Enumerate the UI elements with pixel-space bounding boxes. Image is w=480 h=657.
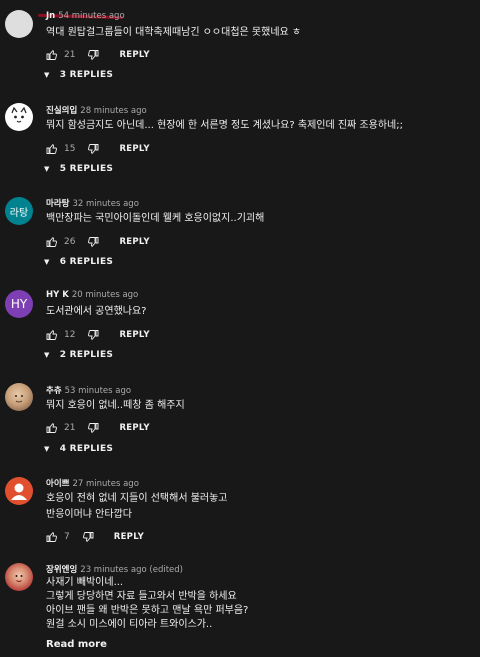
comment-header: HY K 20 minutes ago [46,290,138,300]
replies-count: 4 REPLIES [59,444,114,454]
thumbs-up-icon[interactable] [46,531,58,543]
reply-button[interactable]: REPLY [114,532,144,542]
comment-text: 백만장파는 국민아이돌인데 웰케 호응이없지..기괴해 [46,211,264,226]
caret-down-icon: ▼ [44,71,50,79]
comment-line: 뭐지 호응이 없네..떼창 좀 해주지 [46,400,185,411]
view-replies-button[interactable]: ▼ 5 REPLIES [44,164,113,174]
comment-header: 마라탕 32 minutes ago [46,197,139,209]
profile-photo-icon [15,575,23,582]
avatar[interactable]: HY [5,290,33,318]
thumbs-up-icon[interactable] [46,236,58,248]
thumbs-up-icon[interactable] [46,49,58,61]
comment-header: Jn 54 minutes ago [46,11,125,21]
avatar-initials: HY [10,297,28,311]
avatar[interactable]: 라탕 [5,197,33,225]
timestamp[interactable]: 28 minutes ago [80,106,146,116]
thumbs-down-icon[interactable] [82,531,94,543]
comment-header: 아이쁘 27 minutes ago [46,477,139,489]
comment-text: 뭐지 호응이 없네..떼창 좀 해주지 [46,398,185,413]
author-name[interactable]: 아이쁘 [46,479,69,489]
timestamp[interactable]: 53 minutes ago [65,386,131,396]
comment-header: 추츄 53 minutes ago [46,384,131,396]
comment-line: 그렇게 당당하면 자료 들고와서 반박을 하세요 [46,591,237,602]
author-name[interactable]: 장위엔잉 [46,565,77,575]
avatar[interactable] [5,10,33,38]
avatar[interactable] [5,103,33,131]
timestamp[interactable]: 32 minutes ago [72,199,138,209]
replies-count: 5 REPLIES [59,164,114,174]
author-name[interactable]: 추츄 [46,386,62,396]
comment-text: 사재기 빼박이네... 그렇게 당당하면 자료 들고와서 반박을 하세요 아이브… [46,576,248,632]
timestamp[interactable]: 20 minutes ago [72,290,138,300]
comment-line: 원걸 소시 미스에이 티아라 트와이스가.. [46,619,213,630]
like-count: 15 [64,144,76,154]
thumbs-down-icon[interactable] [87,236,99,248]
comment-line: 역대 원탑걸그룹들이 대학축제때남긴 ㅇㅇ대첩은 못했네요 ㅎ [46,27,302,38]
thumbs-up-icon[interactable] [46,329,58,341]
thumbs-up-icon[interactable] [46,143,58,155]
comment-text: 뭐지 함성금지도 아닌데... 현장에 한 서른명 정도 계셨나요? 축제인데 … [46,118,403,133]
replies-count: 6 REPLIES [59,257,114,267]
thumbs-down-icon[interactable] [87,422,99,434]
caret-down-icon: ▼ [44,351,50,359]
comment-line: 아이브 팬들 왜 반박은 못하고 맨날 욕만 퍼부음? [46,605,249,616]
comment-header: 장위엔잉 23 minutes ago (edited) [46,563,183,575]
comment-line: 사재기 빼박이네... [46,577,124,588]
like-count: 21 [64,50,76,60]
comment-line: 도서관에서 공연했나요? [46,306,147,317]
replies-count: 3 REPLIES [59,70,114,80]
thumbs-down-icon[interactable] [87,143,99,155]
reply-button[interactable]: REPLY [119,423,149,433]
avatar[interactable] [5,477,33,505]
reply-button[interactable]: REPLY [119,330,149,340]
comment-actions: 26 REPLY [46,235,150,249]
cat-face-icon [11,106,27,123]
view-replies-button[interactable]: ▼ 3 REPLIES [44,70,113,80]
comment-text: 도서관에서 공연했나요? [46,304,147,319]
author-name[interactable]: 진실의입 [46,106,77,116]
person-icon [11,483,27,500]
comment-line: 뭐지 함성금지도 아닌데... 현장에 한 서른명 정도 계셨나요? 축제인데 … [46,120,403,131]
reply-button[interactable]: REPLY [119,237,149,247]
comment-actions: 21 REPLY [46,48,150,62]
reply-button[interactable]: REPLY [119,50,149,60]
read-more-link[interactable]: Read more [46,639,107,650]
comment-actions: 7 REPLY [46,530,144,544]
caret-down-icon: ▼ [44,258,50,266]
timestamp[interactable]: 23 minutes ago (edited) [80,565,183,575]
comment-text: 역대 원탑걸그룹들이 대학축제때남긴 ㅇㅇ대첩은 못했네요 ㅎ [46,25,301,40]
timestamp[interactable]: 54 minutes ago [58,11,124,21]
caret-down-icon: ▼ [44,445,50,453]
replies-count: 2 REPLIES [59,350,114,360]
reply-button[interactable]: REPLY [119,144,149,154]
avatar-initials: 라탕 [9,207,29,219]
comment-actions: 12 REPLY [46,328,150,342]
like-count: 26 [64,237,76,247]
thumbs-down-icon[interactable] [87,49,99,61]
profile-photo-icon [15,395,23,403]
view-replies-button[interactable]: ▼ 4 REPLIES [44,444,113,454]
author-name[interactable]: HY K [46,290,69,300]
comment-header: 진실의입 28 minutes ago [46,104,147,116]
timestamp[interactable]: 27 minutes ago [72,479,138,489]
avatar[interactable] [5,383,33,411]
thumbs-up-icon[interactable] [46,422,58,434]
view-replies-button[interactable]: ▼ 2 REPLIES [44,350,113,360]
comment-actions: 21 REPLY [46,421,150,435]
author-name[interactable]: Jn [46,11,55,21]
comment-line: 반응이머냐 안타깝다 [46,509,132,520]
like-count: 21 [64,423,76,433]
caret-down-icon: ▼ [44,165,50,173]
comment-text: 호응이 전혀 없네 지들이 선택해서 불러놓고 반응이머냐 안타깝다 [46,491,228,523]
comment-actions: 15 REPLY [46,142,150,156]
avatar[interactable] [5,563,33,591]
like-count: 7 [64,532,70,542]
author-name[interactable]: 마라탕 [46,199,69,209]
comment-line: 백만장파는 국민아이돌인데 웰케 호응이없지..기괴해 [46,213,265,224]
view-replies-button[interactable]: ▼ 6 REPLIES [44,257,113,267]
comment-line: 호응이 전혀 없네 지들이 선택해서 불러놓고 [46,493,228,504]
thumbs-down-icon[interactable] [87,329,99,341]
like-count: 12 [64,330,76,340]
